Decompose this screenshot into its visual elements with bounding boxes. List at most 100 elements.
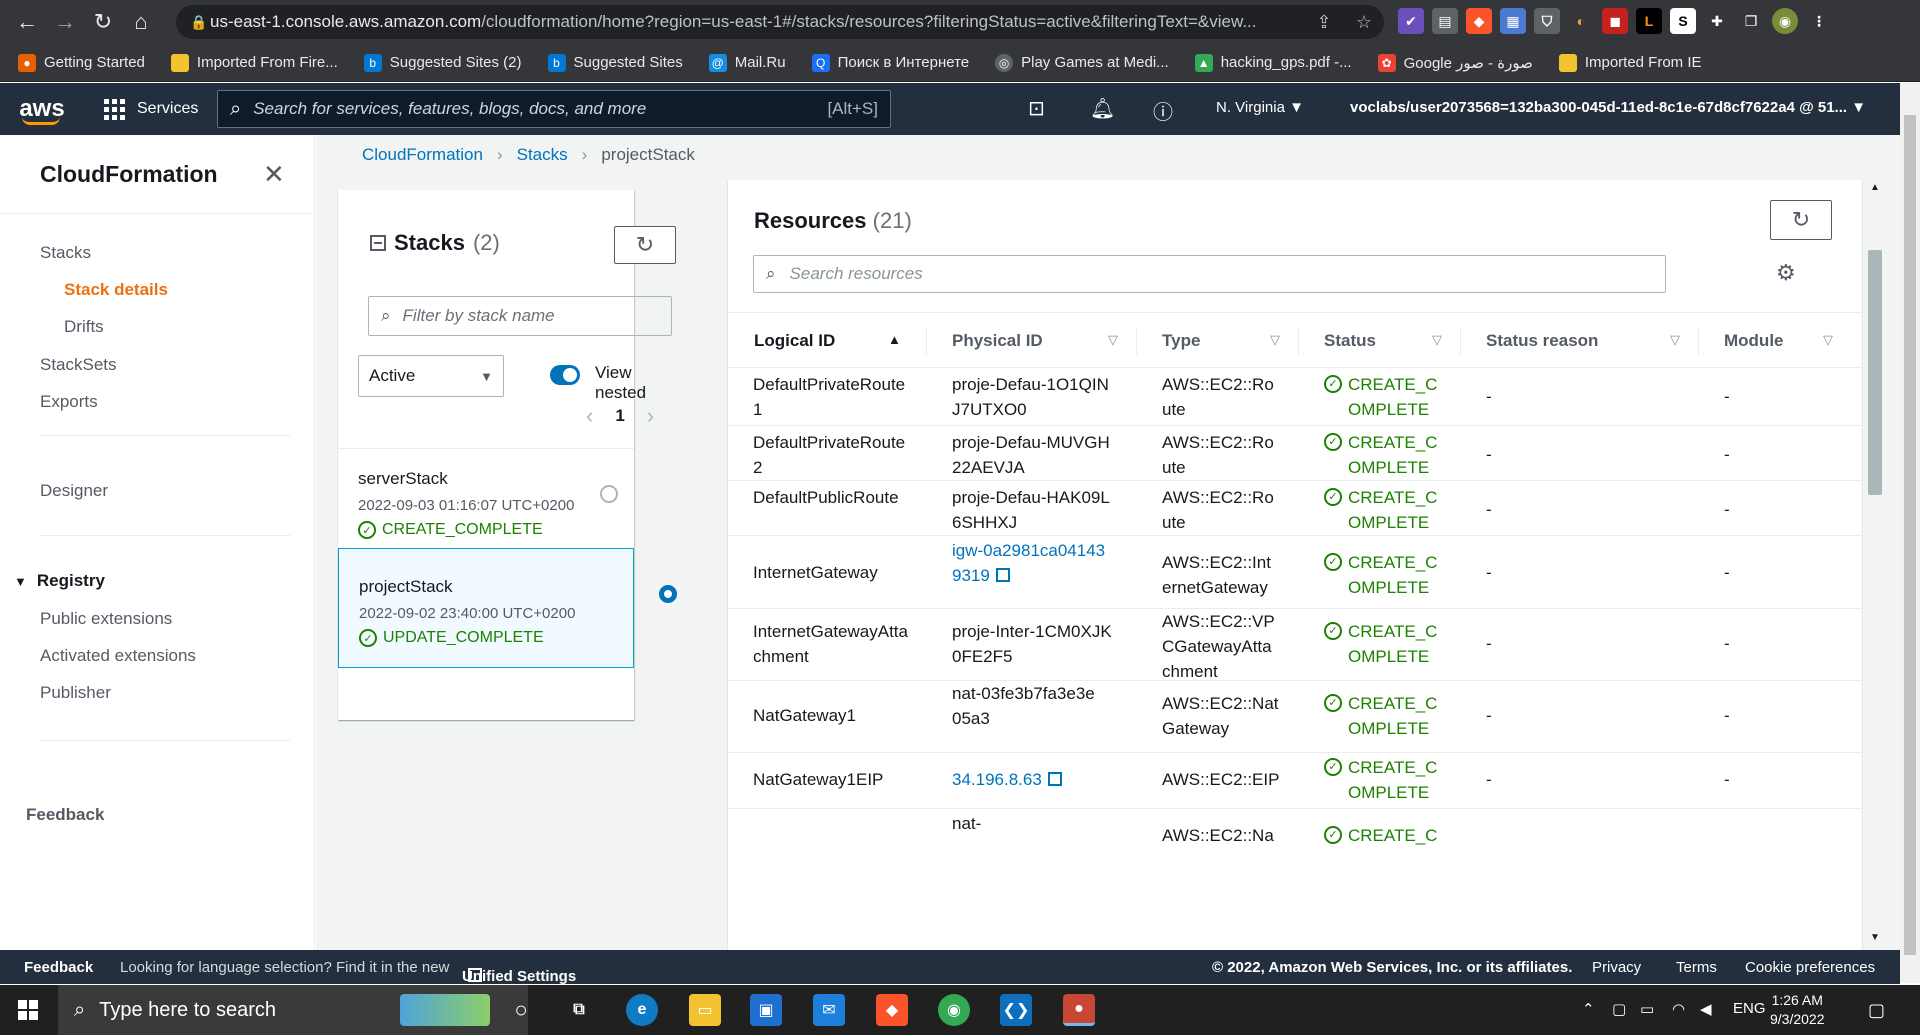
physical-id-link[interactable]: igw-0a2981ca041439319	[952, 538, 1114, 588]
table-row[interactable]: InternetGatewayAttachment proje-Inter-1C…	[728, 609, 1862, 681]
home-icon[interactable]: ⌂	[122, 0, 160, 44]
share-icon[interactable]: ⇪	[1304, 12, 1344, 33]
sidenav-item-activated-extensions[interactable]: Activated extensions	[40, 646, 196, 666]
system-clock[interactable]: 1:26 AM 9/3/2022	[1770, 991, 1825, 1029]
active-app-icon[interactable]: ●	[1063, 994, 1095, 1026]
tab-search-icon[interactable]: ❐	[1738, 8, 1764, 34]
physical-id-link[interactable]: 34.196.8.63	[952, 767, 1122, 792]
table-row[interactable]: DefaultPrivateRoute2 proje-Defau-MUVGH22…	[728, 426, 1862, 481]
scrollbar-thumb[interactable]	[1868, 250, 1882, 495]
prev-page-icon[interactable]: ‹	[586, 403, 593, 429]
stack-list-item[interactable]: serverStack 2022-09-03 01:16:07 UTC+0200…	[338, 448, 634, 548]
reload-icon[interactable]: ↻	[84, 0, 122, 44]
cloudshell-icon[interactable]: ⊡	[1028, 96, 1045, 121]
stack-filter-input[interactable]: ⌕ Filter by stack name	[368, 296, 672, 336]
sidenav-item-stacks[interactable]: Stacks	[40, 243, 91, 263]
sidenav-item-public-extensions[interactable]: Public extensions	[40, 609, 172, 629]
scroll-up-icon[interactable]: ▲	[1870, 182, 1880, 193]
footer-privacy-link[interactable]: Privacy	[1592, 959, 1641, 976]
sort-icon[interactable]: ▽	[1270, 332, 1280, 348]
sort-icon[interactable]: ▽	[1432, 332, 1442, 348]
next-page-icon[interactable]: ›	[647, 403, 654, 429]
column-type[interactable]: Type	[1162, 331, 1200, 351]
profile-avatar[interactable]: ◉	[1772, 8, 1798, 34]
services-menu-button[interactable]: Services	[84, 98, 209, 120]
sidenav-item-stacksets[interactable]: StackSets	[40, 355, 117, 375]
main-scrollbar[interactable]: ▲ ▼	[1864, 180, 1886, 950]
region-selector[interactable]: N. Virginia ▼	[1216, 99, 1304, 116]
sidenav-item-publisher[interactable]: Publisher	[40, 683, 111, 703]
bookmark-item[interactable]: Imported From IE	[1558, 53, 1702, 72]
sort-icon[interactable]: ▽	[1823, 332, 1833, 348]
windows-start-icon[interactable]	[18, 1000, 38, 1020]
sort-icon[interactable]: ▽	[1108, 332, 1118, 348]
footer-feedback-link[interactable]: Feedback	[24, 959, 93, 976]
aws-logo[interactable]: aws	[0, 83, 84, 135]
notifications-bell-icon[interactable]: 🔔︎	[1090, 96, 1115, 121]
collapse-icon[interactable]	[370, 235, 386, 251]
volume-icon[interactable]: ◀	[1700, 1000, 1712, 1018]
table-row[interactable]: InternetGateway igw-0a2981ca041439319 AW…	[728, 536, 1862, 609]
extension-icon[interactable]: ▦	[1500, 8, 1526, 34]
table-row[interactable]: DefaultPrivateRoute1 proje-Defau-1O1QINJ…	[728, 370, 1862, 426]
resources-refresh-button[interactable]: ↻	[1770, 200, 1832, 240]
address-bar[interactable]: 🔒 us-east-1.console.aws.amazon.com/cloud…	[176, 5, 1384, 39]
column-physical-id[interactable]: Physical ID	[952, 331, 1043, 351]
vscode-icon[interactable]: ❮❯	[1000, 994, 1032, 1026]
resources-search-input[interactable]: ⌕ Search resources	[753, 255, 1666, 293]
chrome-icon[interactable]: ◉	[938, 994, 970, 1026]
extension-icon[interactable]: ◐	[1568, 8, 1594, 34]
aws-search-input[interactable]: ⌕ Search for services, features, blogs, …	[217, 90, 891, 128]
bookmark-item[interactable]: Q Поиск в Интернете	[811, 53, 969, 72]
scroll-down-icon[interactable]: ▼	[1870, 932, 1880, 943]
battery-icon[interactable]: ▭	[1640, 1000, 1654, 1018]
edge-icon[interactable]: e	[626, 994, 658, 1026]
sidenav-item-stack-details[interactable]: Stack details	[64, 280, 168, 300]
registry-section-toggle[interactable]: ▼ Registry	[14, 571, 105, 591]
account-menu[interactable]: voclabs/user2073568=132ba300-045d-11ed-8…	[1350, 99, 1866, 116]
back-icon[interactable]: ←	[8, 0, 46, 44]
cortana-icon[interactable]: ○	[505, 994, 537, 1026]
mail-icon[interactable]: ✉	[813, 994, 845, 1026]
column-logical-id[interactable]: Logical ID	[754, 331, 835, 351]
bookmark-item[interactable]: b Suggested Sites	[547, 53, 683, 72]
current-page[interactable]: 1	[615, 406, 624, 426]
table-row[interactable]: NatGateway1EIP 34.196.8.63 AWS::EC2::EIP…	[728, 753, 1862, 809]
column-module[interactable]: Module	[1724, 331, 1784, 351]
footer-terms-link[interactable]: Terms	[1676, 959, 1717, 976]
brave-shield-icon[interactable]: ◆	[1466, 8, 1492, 34]
sidenav-item-exports[interactable]: Exports	[40, 392, 98, 412]
sidenav-item-designer[interactable]: Designer	[40, 481, 108, 501]
sidenav-item-drifts[interactable]: Drifts	[64, 317, 104, 337]
breadcrumb-stacks[interactable]: Stacks	[517, 145, 568, 165]
search-highlight-image[interactable]	[400, 994, 490, 1026]
extension-icon[interactable]: S	[1670, 8, 1696, 34]
browser-menu-icon[interactable]: ⋮	[1806, 8, 1832, 34]
task-view-icon[interactable]: ⧉	[563, 994, 595, 1026]
view-nested-toggle[interactable]	[550, 365, 580, 385]
close-icon[interactable]: ✕	[263, 159, 285, 190]
puzzle-icon[interactable]: ✚	[1704, 8, 1730, 34]
bookmark-item[interactable]: ▲ hacking_gps.pdf -...	[1194, 53, 1352, 72]
bookmark-item[interactable]: Imported From Fire...	[170, 53, 338, 72]
footer-cookie-preferences-link[interactable]: Cookie preferences	[1745, 959, 1875, 976]
extension-icon[interactable]: ✔	[1398, 8, 1424, 34]
stack-radio[interactable]	[659, 585, 677, 603]
stack-radio[interactable]	[600, 485, 618, 503]
table-row[interactable]: DefaultPublicRoute proje-Defau-HAK09L6SH…	[728, 481, 1862, 536]
bookmark-item[interactable]: ● Getting Started	[18, 53, 145, 72]
table-row[interactable]: nat- AWS::EC2::Na ✓ CREATE_C	[728, 809, 1862, 869]
bookmark-star-icon[interactable]: ☆	[1344, 12, 1384, 33]
store-icon[interactable]: ▣	[750, 994, 782, 1026]
extension-icon[interactable]: ◼	[1602, 8, 1628, 34]
stack-list-item-selected[interactable]: projectStack 2022-09-02 23:40:00 UTC+020…	[338, 548, 677, 668]
page-scrollbar[interactable]	[1900, 83, 1920, 983]
notifications-icon[interactable]: ▢	[1868, 1000, 1885, 1021]
sort-asc-icon[interactable]: ▲	[888, 332, 901, 347]
page-scrollbar-thumb[interactable]	[1904, 115, 1916, 955]
stacks-refresh-button[interactable]: ↻	[614, 226, 676, 264]
wifi-icon[interactable]: ◠	[1672, 1000, 1685, 1018]
bookmark-item[interactable]: b Suggested Sites (2)	[363, 53, 522, 72]
bookmark-item[interactable]: @ Mail.Ru	[708, 53, 786, 72]
brave-icon[interactable]: ◆	[876, 994, 908, 1026]
